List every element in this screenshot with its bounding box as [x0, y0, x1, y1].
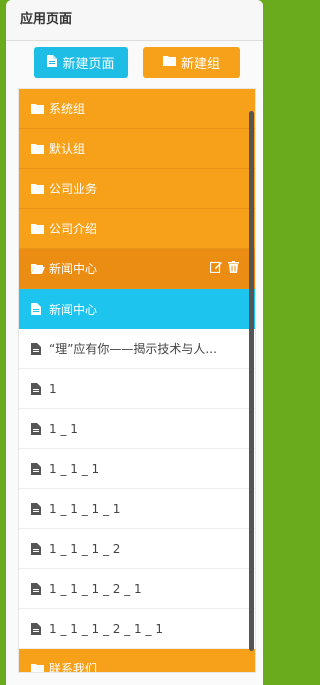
- group-item[interactable]: 系统组: [19, 89, 255, 129]
- page-label: 新闻中心: [49, 302, 98, 317]
- new-page-button[interactable]: 新建页面: [34, 47, 128, 78]
- file-icon: [31, 342, 47, 355]
- page-label: 1 _ 1 _ 1 _ 2 _ 1: [49, 581, 142, 596]
- group-label: 系统组: [49, 102, 86, 116]
- group-label: 联系我们: [49, 662, 98, 673]
- file-icon: [31, 422, 47, 435]
- group-item[interactable]: 公司业务: [19, 169, 255, 209]
- folder-icon: [31, 103, 47, 114]
- toolbar: 新建页面 新建组: [6, 41, 263, 87]
- panel-title: 应用页面: [6, 0, 263, 41]
- file-icon: [31, 462, 47, 475]
- page-item[interactable]: 1 _ 1 _ 1 _ 2: [19, 529, 255, 569]
- file-icon: [31, 303, 47, 315]
- new-group-label: 新建组: [180, 57, 220, 72]
- page-label: 1 _ 1 _ 1 _ 2: [49, 541, 121, 556]
- app-pages-panel: 应用页面 新建页面 新建组 系统组 默认组 公司业务 公司介绍 新闻中心 新闻中…: [6, 0, 263, 685]
- page-label: “理”应有你——揭示技术与人...: [49, 342, 217, 356]
- folder-open-icon: [31, 263, 47, 274]
- group-actions: [209, 261, 239, 276]
- page-item[interactable]: 1 _ 1 _ 1: [19, 449, 255, 489]
- file-icon: [47, 54, 58, 71]
- file-icon: [31, 382, 47, 395]
- page-label: 1 _ 1 _ 1: [49, 461, 100, 476]
- group-item[interactable]: 默认组: [19, 129, 255, 169]
- page-label: 1: [49, 381, 57, 396]
- group-label: 公司业务: [49, 182, 98, 196]
- group-label: 新闻中心: [49, 262, 98, 276]
- page-item[interactable]: 1 _ 1: [19, 409, 255, 449]
- page-label: 1 _ 1: [49, 421, 78, 436]
- page-item[interactable]: 1 _ 1 _ 1 _ 1: [19, 489, 255, 529]
- trash-icon[interactable]: [228, 261, 239, 276]
- file-icon: [31, 622, 47, 635]
- file-icon: [31, 582, 47, 595]
- folder-icon: [31, 143, 47, 154]
- page-label: 1 _ 1 _ 1 _ 2 _ 1 _ 1: [49, 621, 163, 636]
- page-item[interactable]: 1 _ 1 _ 1 _ 2 _ 1: [19, 569, 255, 609]
- page-label: 1 _ 1 _ 1 _ 1: [49, 501, 121, 516]
- folder-icon: [31, 223, 47, 234]
- page-item[interactable]: “理”应有你——揭示技术与人...: [19, 329, 255, 369]
- group-item-open[interactable]: 新闻中心: [19, 249, 255, 289]
- group-item[interactable]: 联系我们: [19, 649, 255, 673]
- group-label: 默认组: [49, 142, 86, 156]
- group-item[interactable]: 公司介绍: [19, 209, 255, 249]
- scrollbar-thumb[interactable]: [249, 111, 254, 651]
- folder-icon: [31, 663, 47, 672]
- page-tree[interactable]: 系统组 默认组 公司业务 公司介绍 新闻中心 新闻中心 “理”应有你——揭示技术…: [18, 88, 256, 673]
- file-icon: [31, 542, 47, 555]
- page-item[interactable]: 1: [19, 369, 255, 409]
- group-label: 公司介绍: [49, 222, 98, 236]
- page-item-selected[interactable]: 新闻中心: [19, 289, 255, 329]
- new-page-label: 新建页面: [62, 57, 115, 72]
- page-item[interactable]: 1 _ 1 _ 1 _ 2 _ 1 _ 1: [19, 609, 255, 649]
- edit-icon[interactable]: [209, 261, 222, 276]
- folder-icon: [162, 55, 176, 70]
- new-group-button[interactable]: 新建组: [143, 47, 240, 78]
- scrollbar[interactable]: [248, 89, 255, 672]
- file-icon: [31, 502, 47, 515]
- folder-icon: [31, 183, 47, 194]
